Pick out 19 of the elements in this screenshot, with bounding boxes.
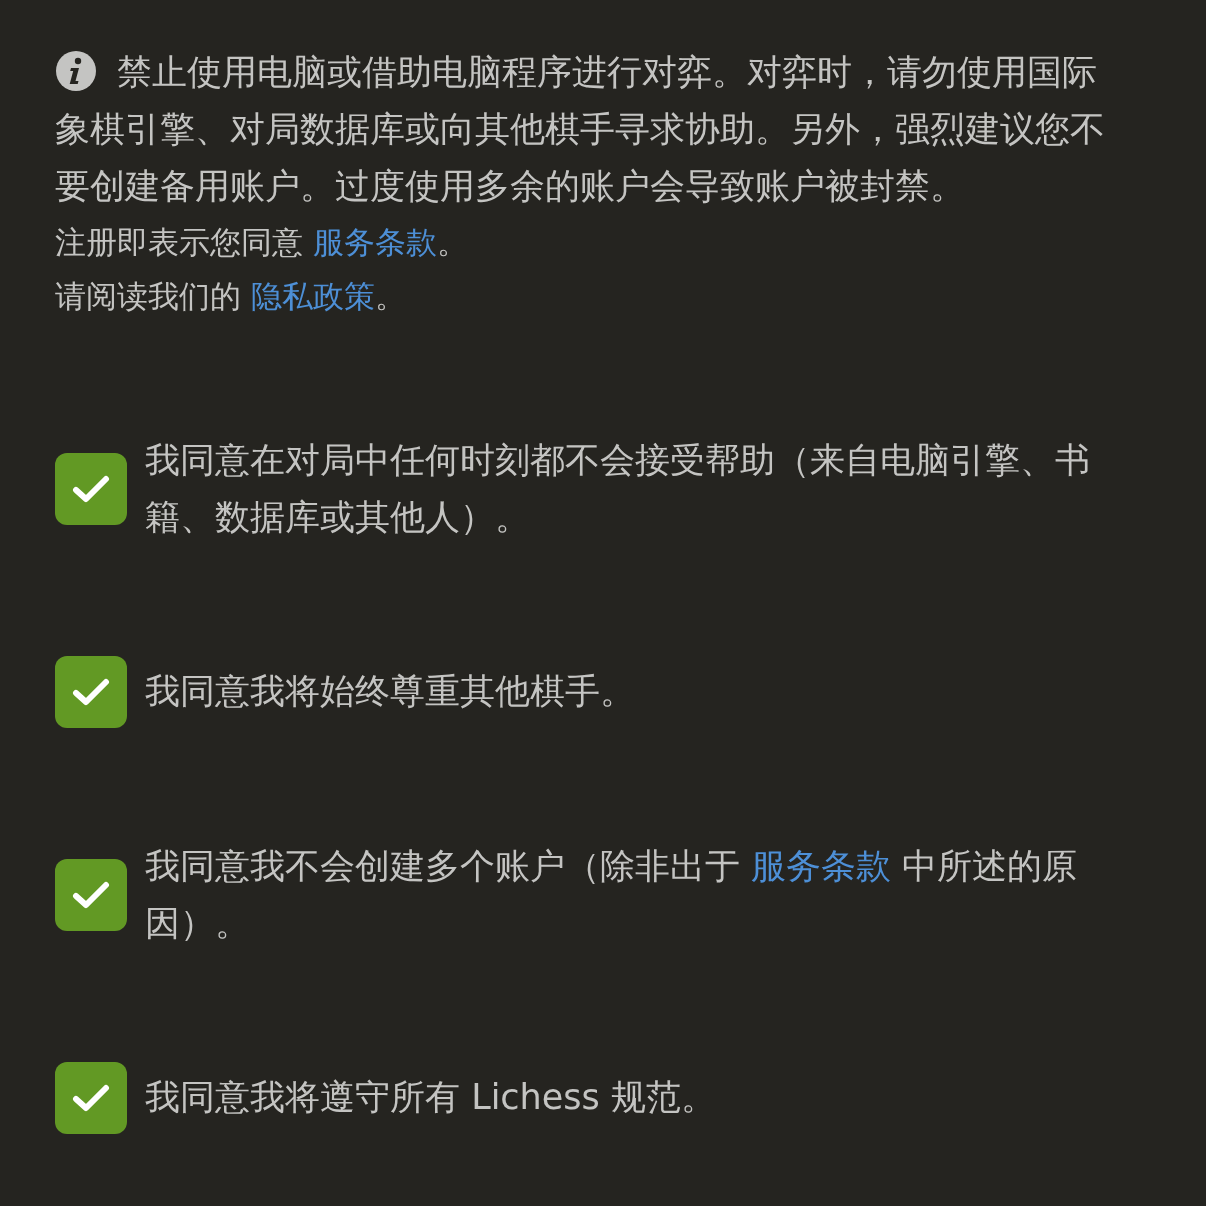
checkbox[interactable] [55, 655, 127, 728]
checkmark-icon [72, 1082, 110, 1113]
checkmark-icon [72, 879, 110, 910]
terms-text: 请阅读我们的 隐私政策。 [55, 277, 407, 316]
checkbox[interactable] [55, 1061, 127, 1134]
notice-text: 禁止使用电脑或借助电脑程序进行对弈。对弈时，请勿使用国际象棋引擎、对局数据库或向其他棋手寻求协助。另外，强烈建议您不要创建备用账户。过度使用多余的账户会导致账户被封禁。 [55, 49, 1106, 208]
agreement-text: 我同意我将始终尊重其他棋手。 [145, 670, 635, 713]
info-icon [55, 50, 97, 92]
agreement-text: 我同意在对局中任何时刻都不会接受帮助（来自电脑引擎、书籍、数据库或其他人）。 [145, 438, 1091, 539]
checkmark-icon [72, 676, 110, 707]
terms-text: 注册即表示您同意 服务条款。 [55, 223, 469, 262]
agreement-text: 我同意我不会创建多个账户（除非出于 服务条款 中所述的原因）。 [145, 844, 1079, 945]
agreement-text: 我同意我将遵守所有 Lichess 规范。 [145, 1076, 716, 1119]
checkmark-icon [72, 473, 110, 504]
policy-link[interactable]: 服务条款 [312, 224, 437, 260]
checkbox[interactable] [55, 858, 127, 931]
policy-link[interactable]: 隐私政策 [250, 278, 375, 314]
terms-link[interactable]: 服务条款 [751, 845, 892, 886]
checkbox[interactable] [55, 452, 127, 525]
